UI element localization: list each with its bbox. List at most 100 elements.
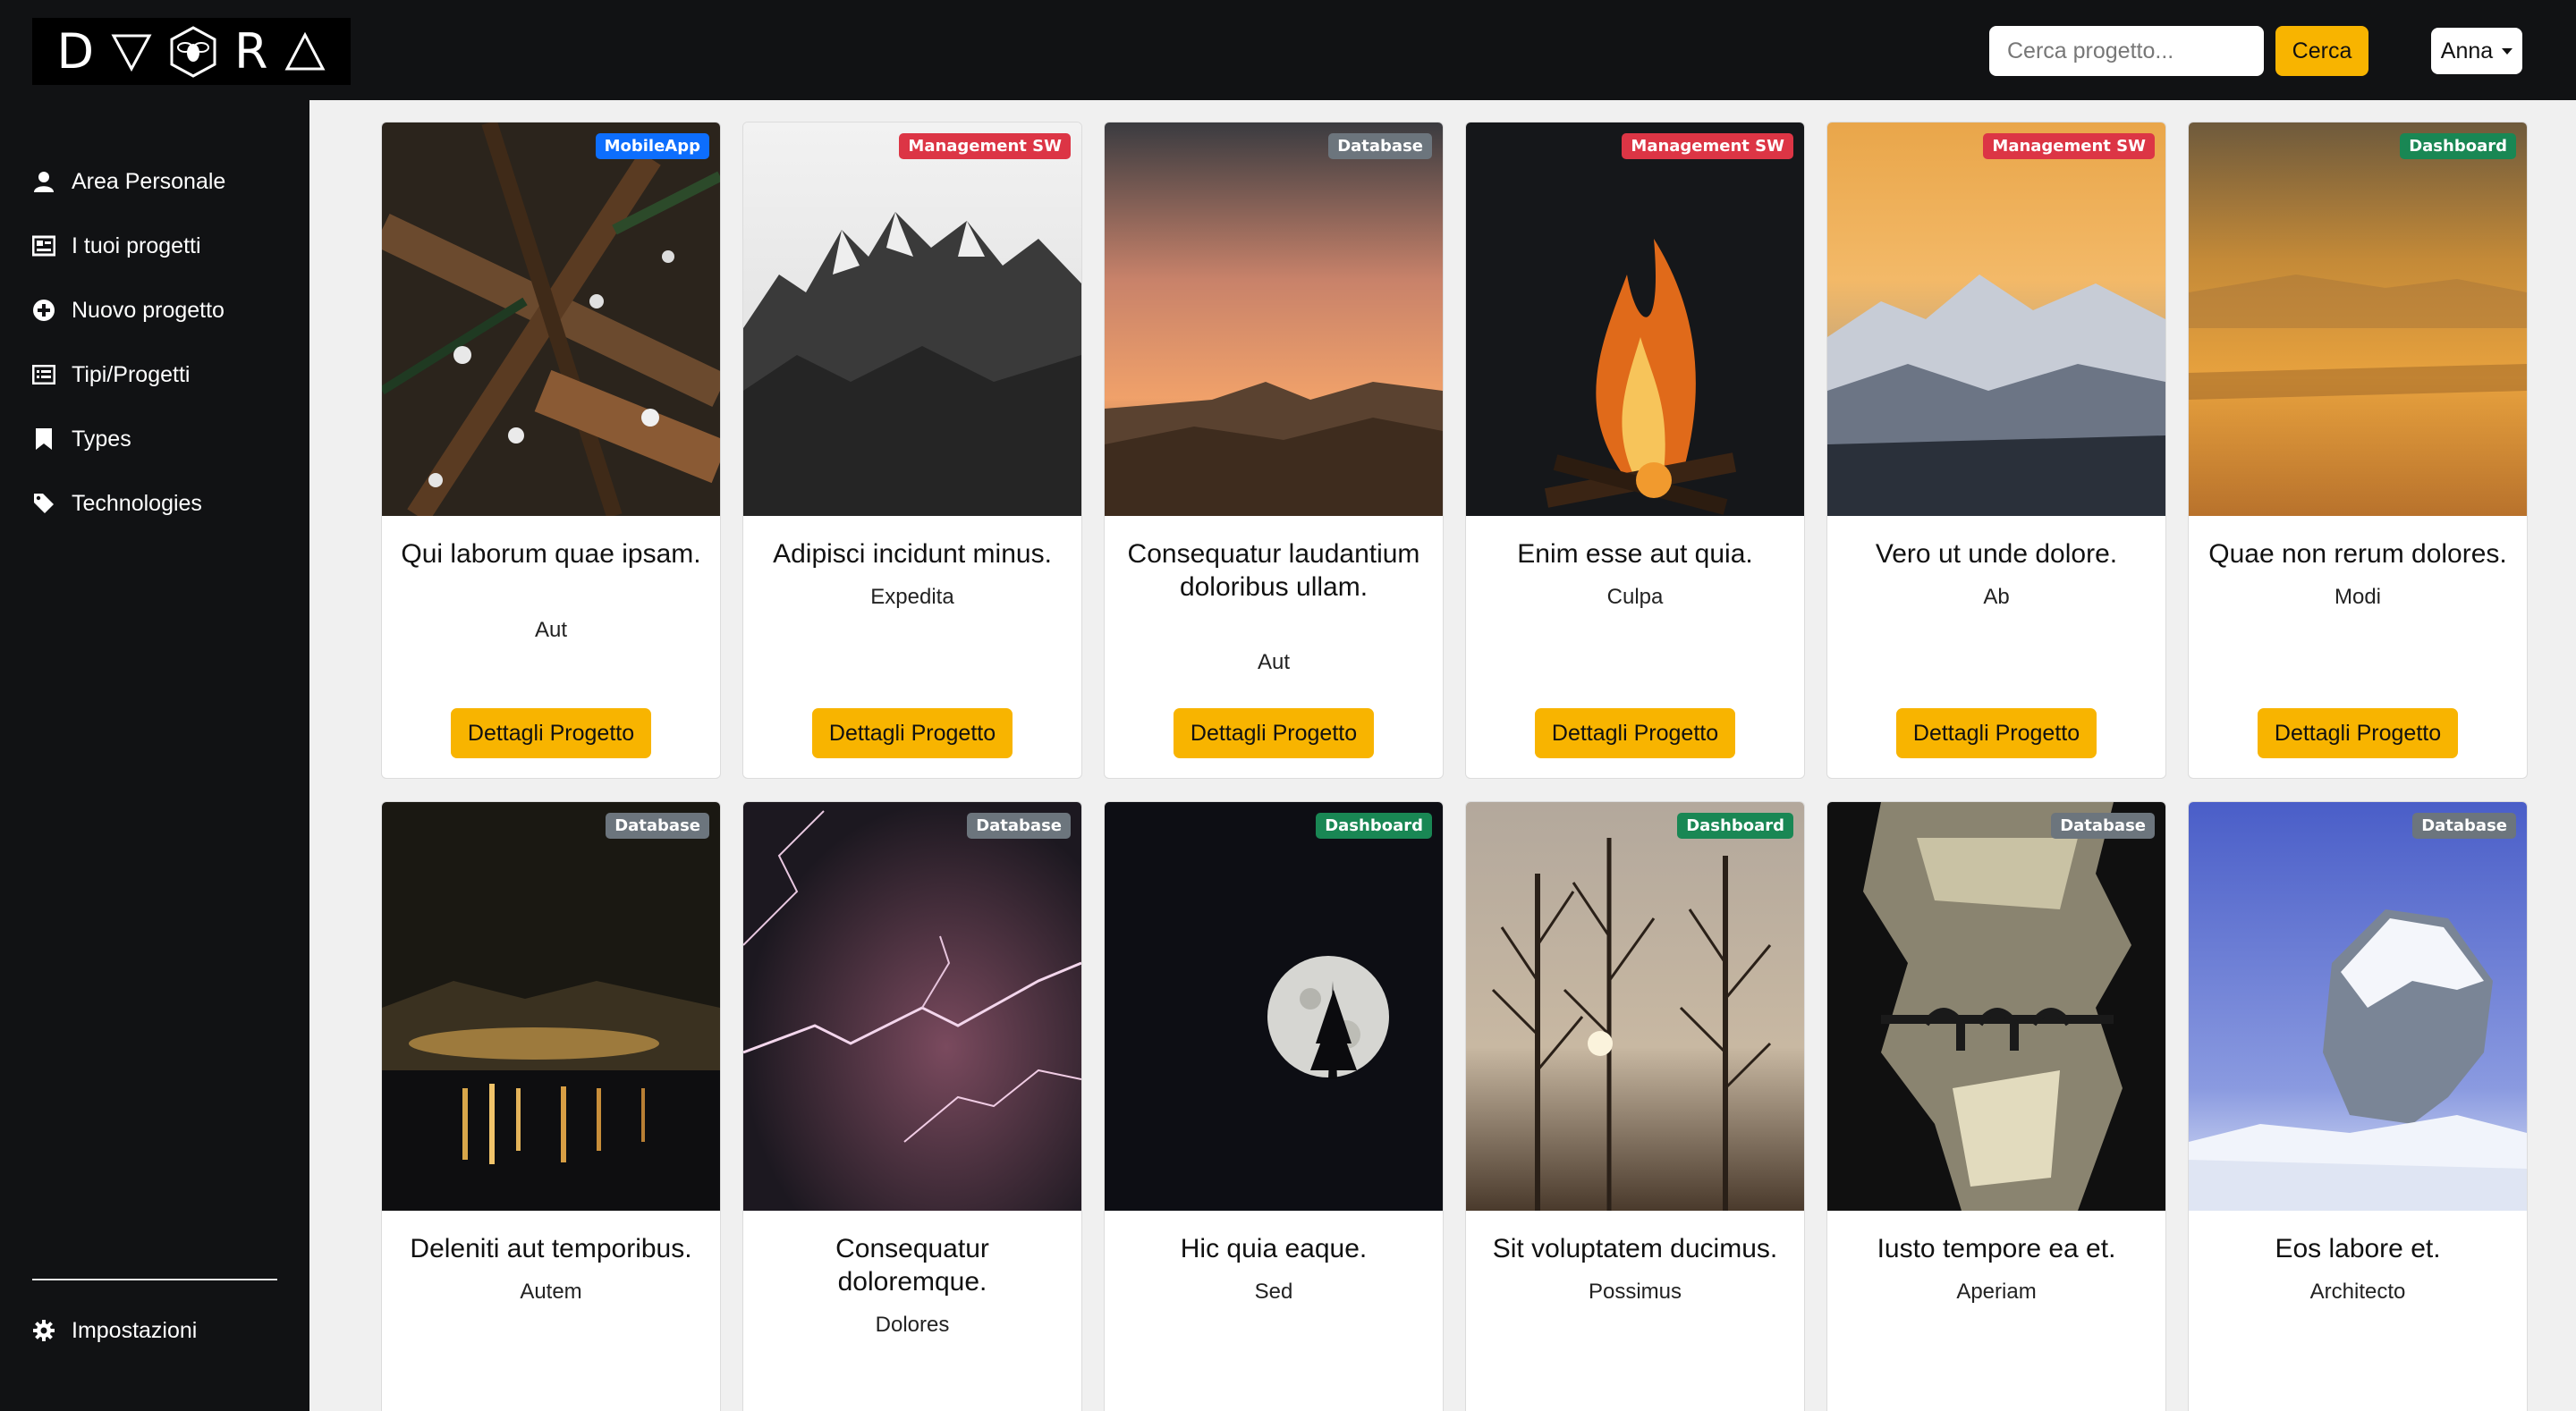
logo-letter-d: D <box>56 22 95 80</box>
gear-icon <box>32 1319 55 1342</box>
project-image-campfire <box>1466 123 1804 516</box>
details-button[interactable]: Dettagli Progetto <box>1896 708 2097 758</box>
project-image-branches <box>382 123 720 516</box>
project-card: Management SW Vero ut unde dolore. Ab De… <box>1826 122 2166 779</box>
project-card: Database Deleniti aut temporibus. Autem <box>381 801 721 1411</box>
card-title: Enim esse aut quia. <box>1517 539 1753 569</box>
card-subtitle: Aperiam <box>1956 1280 2037 1304</box>
card-subtitle: Modi <box>2334 585 2382 609</box>
card-subtitle: Autem <box>520 1280 582 1304</box>
logo-down-triangle-icon <box>111 34 152 72</box>
card-subtitle: Expedita <box>870 585 954 609</box>
card-title: Consequatur doloremque. <box>835 1234 989 1297</box>
card-subtitle: Possimus <box>1588 1280 1682 1304</box>
sidebar-item-label: Tipi/Progetti <box>72 361 191 387</box>
sidebar-item-nuovo-progetto[interactable]: Nuovo progetto <box>32 292 225 328</box>
project-card: Database Eos labore et. Architecto <box>2188 801 2528 1411</box>
image-list-icon <box>32 234 55 258</box>
card-subtitle: Sed <box>1254 1280 1293 1304</box>
project-image-hazy-valley <box>2189 123 2527 516</box>
project-image-snow-rock <box>2189 802 2527 1211</box>
project-image-lightning <box>743 802 1081 1211</box>
user-icon <box>32 170 55 193</box>
project-image-mountains <box>743 123 1081 516</box>
category-badge: Database <box>1328 133 1432 159</box>
category-badge: Management SW <box>899 133 1071 159</box>
details-button[interactable]: Dettagli Progetto <box>1174 708 1374 758</box>
card-title: Consequatur laudantium doloribus ullam. <box>1127 539 1420 602</box>
sidebar-item-area-personale[interactable]: Area Personale <box>32 164 225 199</box>
sidebar-item-tipi-progetti[interactable]: Tipi/Progetti <box>32 357 190 393</box>
tag-icon <box>32 492 55 515</box>
category-badge: Database <box>967 813 1071 839</box>
project-card: Dashboard Hic quia eaque. Sed <box>1104 801 1444 1411</box>
list-icon <box>32 363 55 386</box>
category-badge: MobileApp <box>595 133 709 159</box>
project-image-snowy-peaks <box>1827 123 2165 516</box>
sidebar-item-label: I tuoi progetti <box>72 232 201 258</box>
sidebar-item-impostazioni[interactable]: Impostazioni <box>32 1313 197 1348</box>
category-badge: Management SW <box>1622 133 1793 159</box>
project-image-river-bridge <box>1827 802 2165 1211</box>
card-subtitle: Dolores <box>875 1313 950 1337</box>
user-name: Anna <box>2440 38 2494 63</box>
sidebar-item-tuoi-progetti[interactable]: I tuoi progetti <box>32 228 201 264</box>
search-input[interactable] <box>1989 26 2264 76</box>
caret-down-icon <box>2502 47 2513 55</box>
card-title: Adipisci incidunt minus. <box>773 539 1052 569</box>
project-image-bare-trees <box>1466 802 1804 1211</box>
sidebar-item-label: Impostazioni <box>72 1317 198 1343</box>
card-title: Vero ut unde dolore. <box>1875 539 2118 569</box>
project-card: Dashboard Quae non rerum dolores. Modi D… <box>2188 122 2528 779</box>
logo-up-triangle-icon <box>284 31 326 70</box>
card-subtitle: Aut <box>1257 650 1291 674</box>
project-image-moon <box>1105 802 1443 1211</box>
details-button[interactable]: Dettagli Progetto <box>1535 708 1735 758</box>
details-button[interactable]: Dettagli Progetto <box>2258 708 2458 758</box>
project-card: MobileApp Qui laborum quae ipsam. Aut De… <box>381 122 721 779</box>
card-title: Hic quia eaque. <box>1180 1234 1368 1263</box>
sidebar-item-label: Types <box>72 426 131 452</box>
project-image-sunset <box>1105 123 1443 516</box>
sidebar: Area Personale I tuoi progetti Nuovo pro… <box>0 100 309 1411</box>
category-badge: Database <box>606 813 709 839</box>
category-badge: Database <box>2051 813 2155 839</box>
project-card: Dashboard Sit voluptatem ducimus. Possim… <box>1465 801 1805 1411</box>
card-title: Eos labore et. <box>2275 1234 2441 1263</box>
project-image-night-lake <box>382 802 720 1211</box>
logo-hexagon-bee-icon <box>170 25 216 78</box>
project-card: Database Iusto tempore ea et. Aperiam <box>1826 801 2166 1411</box>
search-button[interactable]: Cerca <box>2275 26 2368 76</box>
card-subtitle: Ab <box>1983 585 2010 609</box>
card-title: Iusto tempore ea et. <box>1877 1234 2116 1263</box>
card-title: Sit voluptatem ducimus. <box>1492 1234 1778 1263</box>
project-card: Management SW Adipisci incidunt minus. E… <box>742 122 1082 779</box>
card-subtitle: Aut <box>534 618 568 642</box>
sidebar-item-technologies[interactable]: Technologies <box>32 486 202 521</box>
sidebar-item-types[interactable]: Types <box>32 421 131 457</box>
card-title: Quae non rerum dolores. <box>2208 539 2507 569</box>
project-card: Database Consequatur doloremque. Dolores <box>742 801 1082 1411</box>
sidebar-divider <box>32 1279 277 1280</box>
category-badge: Dashboard <box>1677 813 1793 839</box>
plus-circle-icon <box>32 299 55 322</box>
brand-logo[interactable]: D R <box>32 18 351 85</box>
logo-letter-r: R <box>233 22 268 80</box>
sidebar-item-label: Area Personale <box>72 168 226 194</box>
details-button[interactable]: Dettagli Progetto <box>451 708 651 758</box>
user-dropdown[interactable]: Anna <box>2431 28 2522 74</box>
bookmark-icon <box>32 427 55 451</box>
sidebar-item-label: Technologies <box>72 490 202 516</box>
card-subtitle: Culpa <box>1606 585 1664 609</box>
sidebar-item-label: Nuovo progetto <box>72 297 225 323</box>
card-title: Qui laborum quae ipsam. <box>401 539 701 569</box>
card-subtitle: Architecto <box>2309 1280 2406 1304</box>
category-badge: Dashboard <box>2400 133 2516 159</box>
project-card: Database Consequatur laudantium doloribu… <box>1104 122 1444 779</box>
project-card: Management SW Enim esse aut quia. Culpa … <box>1465 122 1805 779</box>
category-badge: Dashboard <box>1316 813 1432 839</box>
card-title: Deleniti aut temporibus. <box>410 1234 692 1263</box>
category-badge: Management SW <box>1983 133 2155 159</box>
top-navbar: D R Cerca Anna <box>0 0 2576 100</box>
details-button[interactable]: Dettagli Progetto <box>812 708 1013 758</box>
